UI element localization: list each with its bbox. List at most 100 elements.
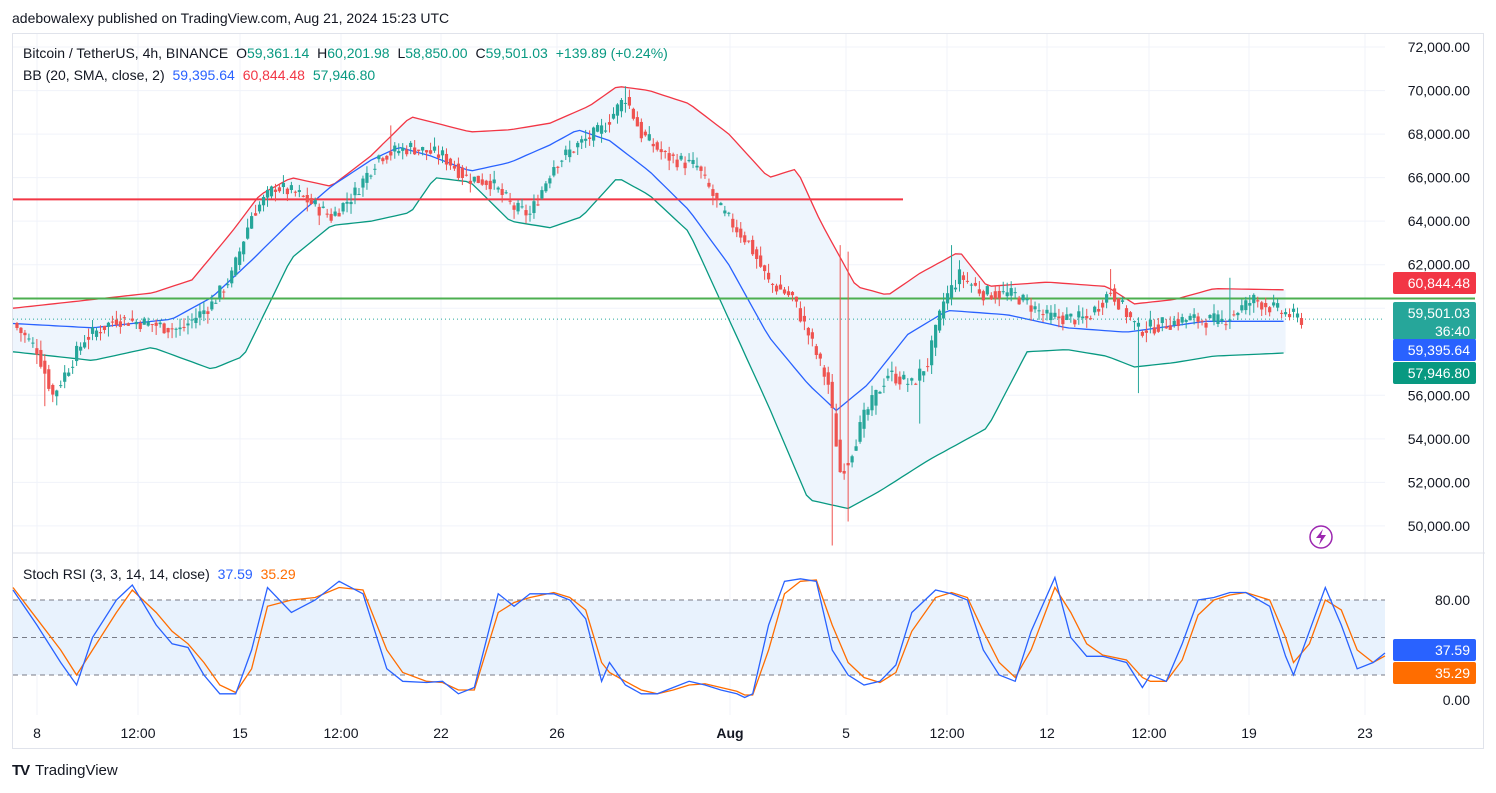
candle-body bbox=[735, 227, 739, 233]
stoch-legend: Stoch RSI (3, 3, 14, 14, close) 37.59 35… bbox=[23, 566, 300, 582]
candle-body bbox=[98, 332, 103, 334]
candle-body bbox=[715, 192, 719, 200]
candle-body bbox=[906, 383, 910, 385]
candle-body bbox=[27, 338, 31, 340]
tradingview-brand[interactable]: TV TradingView bbox=[12, 762, 118, 779]
candle-body bbox=[389, 151, 393, 156]
candle-body bbox=[874, 389, 878, 406]
candle-body bbox=[691, 159, 695, 165]
candle-body bbox=[965, 280, 970, 282]
candle-body bbox=[194, 317, 198, 323]
candle-body bbox=[321, 206, 325, 208]
candle-body bbox=[1232, 314, 1236, 316]
candle-body bbox=[1256, 300, 1260, 302]
candle-body bbox=[468, 180, 472, 184]
candle-body bbox=[878, 391, 882, 394]
candle-body bbox=[1252, 294, 1256, 304]
lightning-icon bbox=[1309, 525, 1333, 549]
candle-body bbox=[401, 147, 405, 151]
candle-body bbox=[1236, 312, 1240, 316]
candle-body bbox=[802, 315, 806, 322]
candle-body bbox=[1140, 331, 1145, 336]
candle-body bbox=[329, 213, 333, 221]
candle-body bbox=[763, 265, 767, 272]
candle-body bbox=[325, 213, 329, 215]
candle-body bbox=[472, 176, 476, 182]
candle-body bbox=[257, 204, 262, 212]
candle-body bbox=[250, 216, 254, 229]
candle-body bbox=[743, 235, 747, 243]
candle-body bbox=[663, 150, 667, 152]
candle-body bbox=[894, 373, 898, 384]
candle-body bbox=[993, 291, 997, 299]
candle-body bbox=[810, 332, 814, 339]
candle-body bbox=[1280, 312, 1284, 314]
close-label: C bbox=[475, 45, 486, 61]
candle-body bbox=[1196, 316, 1200, 322]
candle-body bbox=[719, 203, 723, 206]
bb-band-fill bbox=[13, 86, 1286, 509]
candle-body bbox=[1128, 312, 1133, 318]
candle-body bbox=[150, 324, 154, 326]
candle-body bbox=[23, 332, 27, 336]
time-tick-label: 26 bbox=[549, 725, 565, 741]
candle-body bbox=[751, 239, 755, 255]
candle-body bbox=[1033, 306, 1037, 310]
candle-body bbox=[273, 189, 278, 192]
candle-body bbox=[1287, 314, 1292, 318]
candle-body bbox=[782, 289, 787, 294]
candle-body bbox=[1244, 300, 1248, 311]
candle-body bbox=[206, 311, 210, 314]
candle-body bbox=[1116, 298, 1121, 310]
candle-body bbox=[755, 249, 759, 259]
candle-body bbox=[957, 269, 962, 285]
candle-body bbox=[1136, 322, 1141, 327]
candle-body bbox=[556, 166, 560, 168]
candle-body bbox=[1144, 330, 1148, 333]
candle-body bbox=[675, 159, 679, 168]
stoch-tick-label: 0.00 bbox=[1443, 692, 1470, 708]
candle-body bbox=[421, 147, 425, 151]
candle-body bbox=[961, 275, 966, 280]
candle-body bbox=[405, 149, 409, 155]
candle-body bbox=[882, 385, 886, 387]
candle-body bbox=[440, 150, 445, 156]
candle-body bbox=[130, 318, 134, 321]
candle-body bbox=[766, 272, 771, 280]
candle-body bbox=[1089, 318, 1093, 320]
candle-body bbox=[102, 325, 107, 331]
candle-body bbox=[850, 456, 854, 463]
candle-body bbox=[552, 167, 556, 176]
candle-body bbox=[890, 370, 894, 372]
candle-body bbox=[1109, 292, 1113, 294]
candle-body bbox=[357, 194, 361, 196]
candle-body bbox=[627, 97, 632, 106]
candle-body bbox=[242, 241, 246, 255]
price-chart[interactable]: 72,000.00 70,000.00 68,000.00 66,000.00 64,0… bbox=[0, 0, 1496, 793]
price-tick-label: 62,000.00 bbox=[1408, 257, 1470, 273]
candle-body bbox=[651, 143, 655, 147]
bb-upper-value: 60,844.48 bbox=[242, 67, 305, 83]
candle-body bbox=[39, 349, 43, 367]
time-tick-label: 12:00 bbox=[120, 725, 155, 741]
candle-body bbox=[806, 327, 810, 336]
price-tick-label: 64,000.00 bbox=[1408, 213, 1470, 229]
candle-body bbox=[647, 134, 651, 141]
candle-body bbox=[1268, 307, 1272, 313]
candle-body bbox=[1081, 316, 1085, 319]
candle-body bbox=[309, 198, 313, 204]
low-value: 58,850.00 bbox=[405, 45, 468, 61]
stoch-d-badge: 35.29 bbox=[1393, 662, 1476, 684]
candle-body bbox=[592, 127, 596, 141]
candle-body bbox=[377, 155, 381, 160]
candle-body bbox=[218, 285, 222, 299]
candle-body bbox=[1112, 288, 1117, 302]
candle-body bbox=[1013, 292, 1017, 294]
candle-body bbox=[313, 200, 317, 205]
candle-body bbox=[846, 463, 850, 466]
candle-body bbox=[584, 138, 588, 141]
last-price-badge: 59,501.03 36:40 bbox=[1393, 302, 1476, 340]
candle-body bbox=[1204, 323, 1208, 328]
candle-body bbox=[687, 159, 691, 162]
candle-body bbox=[269, 186, 274, 197]
